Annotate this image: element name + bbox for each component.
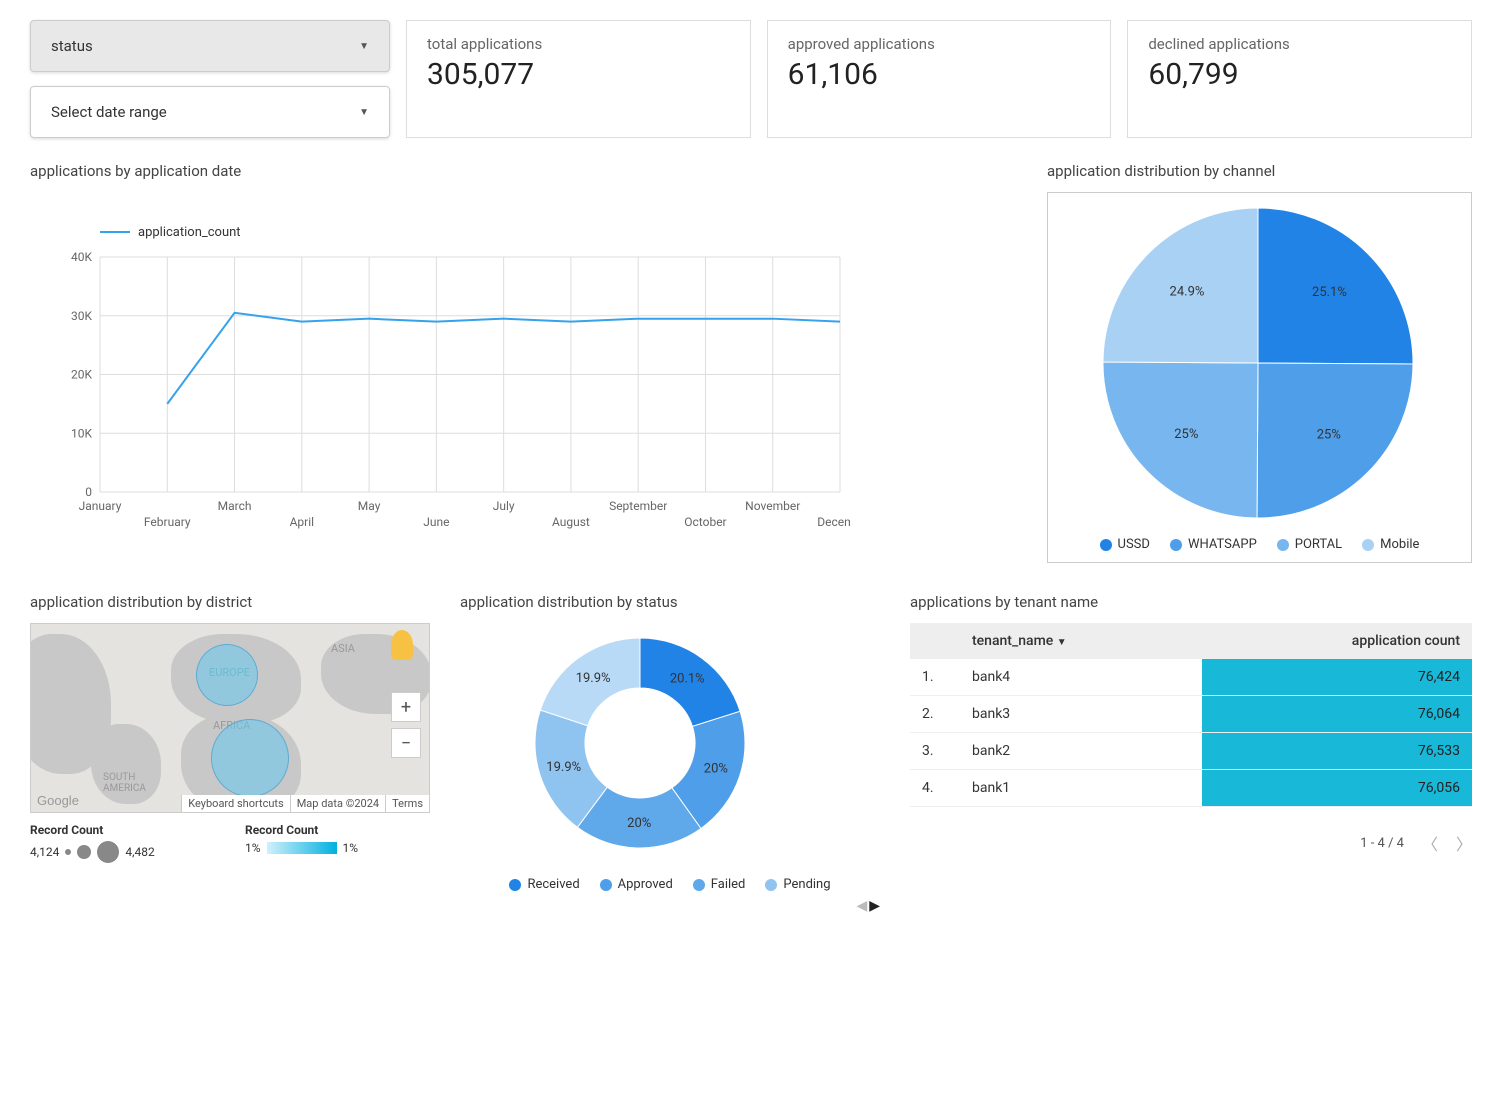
kpi-value: 305,077 — [427, 57, 730, 92]
svg-text:20%: 20% — [704, 761, 728, 776]
svg-text:20K: 20K — [71, 368, 92, 382]
table-row[interactable]: 3.bank276,533 — [910, 733, 1472, 770]
table-row[interactable]: 4.bank176,056 — [910, 770, 1472, 807]
kpi-value: 61,106 — [788, 57, 1091, 92]
svg-text:May: May — [358, 499, 381, 513]
size-dot-large — [97, 841, 119, 863]
svg-text:24.9%: 24.9% — [1170, 285, 1205, 300]
svg-text:January: January — [79, 499, 122, 513]
chart-title: application distribution by district — [30, 593, 430, 611]
pie-legend: USSD WHATSAPP PORTAL Mobile — [1058, 537, 1461, 552]
kpi-label: declined applications — [1148, 35, 1451, 53]
status-dropdown-label: status — [51, 37, 93, 55]
chart-title: applications by application date — [30, 162, 1017, 180]
svg-text:March: March — [218, 499, 252, 513]
svg-text:0: 0 — [85, 485, 92, 499]
chart-title: application distribution by channel — [1047, 162, 1472, 180]
svg-text:20.1%: 20.1% — [670, 671, 705, 686]
pie-chart-svg: 25.1% 25% 25% 24.9% — [1058, 203, 1458, 523]
svg-text:October: October — [684, 515, 726, 529]
size-dot-small — [65, 849, 71, 855]
donut-pager: ◀ ▶ — [460, 898, 880, 914]
svg-text:30K: 30K — [71, 309, 92, 323]
col-count[interactable]: application count — [1202, 623, 1472, 659]
svg-text:September: September — [609, 499, 667, 513]
chart-title: application distribution by status — [460, 593, 880, 611]
kpi-label: total applications — [427, 35, 730, 53]
table-row[interactable]: 2.bank376,064 — [910, 696, 1472, 733]
pie-chart: application distribution by channel 25.1… — [1047, 162, 1472, 563]
donut-chart-svg: 20.1% 20% 20% 19.9% 19.9% — [460, 623, 820, 863]
svg-text:19.9%: 19.9% — [576, 671, 611, 686]
svg-text:25%: 25% — [1317, 428, 1341, 443]
color-gradient — [267, 842, 337, 854]
map-chart: application distribution by district ASI… — [30, 593, 430, 914]
tenant-data-table: tenant_name ▼ application count 1.bank47… — [910, 623, 1472, 807]
map-canvas[interactable]: ASIA EUROPE AFRICA SOUTHAMERICA + − Goog… — [30, 623, 430, 813]
caret-down-icon: ▼ — [359, 107, 369, 118]
kpi-approved: approved applications 61,106 — [767, 20, 1112, 138]
sort-desc-icon: ▼ — [1057, 637, 1067, 648]
svg-text:August: August — [552, 515, 590, 529]
size-dot-mid — [77, 845, 91, 859]
kpi-value: 60,799 — [1148, 57, 1451, 92]
svg-text:November: November — [745, 499, 800, 513]
legend-item[interactable]: Mobile — [1362, 537, 1419, 552]
chart-title: applications by tenant name — [910, 593, 1472, 611]
svg-text:20%: 20% — [627, 816, 651, 831]
donut-chart: application distribution by status 20.1%… — [460, 593, 880, 914]
legend-item[interactable]: Approved — [600, 877, 673, 892]
svg-text:25%: 25% — [1174, 427, 1198, 442]
pager-text: 1 - 4 / 4 — [1360, 836, 1404, 851]
line-chart: applications by application date applica… — [30, 162, 1017, 563]
svg-text:April: April — [290, 515, 314, 529]
next-page-icon[interactable]: ▶ — [869, 898, 880, 914]
legend-item[interactable]: Failed — [693, 877, 746, 892]
date-range-label: Select date range — [51, 103, 167, 121]
kpi-label: approved applications — [788, 35, 1091, 53]
line-chart-svg: application_count 0 10K 20K 30K 40K January Fe… — [30, 192, 850, 552]
kpi-total: total applications 305,077 — [406, 20, 751, 138]
kpi-declined: declined applications 60,799 — [1127, 20, 1472, 138]
svg-text:25.1%: 25.1% — [1312, 285, 1347, 300]
svg-text:40K: 40K — [71, 250, 92, 264]
table-row[interactable]: 1.bank476,424 — [910, 659, 1472, 696]
svg-text:19.9%: 19.9% — [546, 760, 581, 775]
svg-text:Decem…: Decem… — [817, 515, 850, 529]
google-logo: Google — [37, 793, 79, 808]
svg-text:February: February — [144, 515, 191, 529]
legend-item[interactable]: Received — [509, 877, 579, 892]
prev-page-icon[interactable]: 〈 — [1422, 831, 1438, 855]
legend-item[interactable]: Pending — [765, 877, 830, 892]
tenant-table: applications by tenant name tenant_name … — [910, 593, 1472, 914]
svg-text:10K: 10K — [71, 426, 92, 440]
legend-item[interactable]: WHATSAPP — [1170, 537, 1257, 552]
prev-page-icon[interactable]: ◀ — [856, 898, 867, 914]
zoom-in-button[interactable]: + — [391, 692, 421, 722]
date-range-dropdown[interactable]: Select date range ▼ — [30, 86, 390, 138]
pegman-icon[interactable] — [391, 630, 413, 660]
status-dropdown[interactable]: status ▼ — [30, 20, 390, 72]
legend-item[interactable]: PORTAL — [1277, 537, 1342, 552]
donut-legend: Received Approved Failed Pending — [460, 877, 880, 892]
svg-text:application_count: application_count — [138, 225, 241, 240]
svg-text:June: June — [423, 515, 449, 529]
col-tenant[interactable]: tenant_name ▼ — [960, 623, 1202, 659]
zoom-out-button[interactable]: − — [391, 728, 421, 758]
svg-text:July: July — [493, 499, 515, 513]
legend-item[interactable]: USSD — [1100, 537, 1150, 552]
map-attribution: Keyboard shortcuts Map data ©2024 Terms — [181, 795, 429, 812]
caret-down-icon: ▼ — [359, 41, 369, 52]
next-page-icon[interactable]: 〉 — [1456, 831, 1472, 855]
